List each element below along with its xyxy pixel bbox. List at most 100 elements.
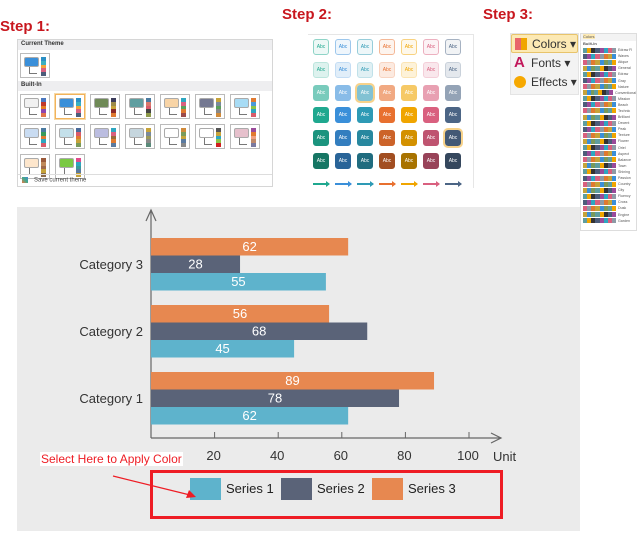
theme-thumbnail[interactable] — [160, 94, 190, 119]
shape-style-swatch[interactable]: Abc — [401, 152, 417, 169]
colors-label: Colors — [532, 36, 567, 51]
shape-style-swatch[interactable]: Abc — [401, 84, 417, 101]
shape-style-swatch[interactable]: Abc — [335, 107, 351, 124]
shape-style-swatch[interactable]: Abc — [313, 107, 329, 124]
scheme-name: Atique — [618, 60, 629, 65]
step1-label: Step 1: — [0, 18, 51, 35]
shape-style-swatch[interactable]: Abc — [445, 61, 461, 78]
scheme-swatches — [583, 53, 616, 59]
theme-thumbnail[interactable] — [55, 94, 85, 119]
shape-style-swatch[interactable]: Abc — [313, 84, 329, 101]
theme-thumbnail[interactable] — [20, 53, 50, 78]
color-scheme-item[interactable]: Garden — [581, 218, 636, 224]
scheme-swatches — [583, 151, 616, 157]
shape-style-swatch[interactable]: Abc — [443, 128, 463, 149]
shape-style-swatch[interactable]: Abc — [357, 152, 373, 169]
shape-style-swatch[interactable]: Abc — [357, 39, 373, 55]
theme-thumbnail[interactable] — [90, 94, 120, 119]
shape-style-swatch[interactable]: Abc — [379, 152, 395, 169]
connector-style-arrow[interactable] — [335, 180, 352, 187]
scheme-name: Edraw — [618, 72, 629, 77]
shape-style-swatch[interactable]: Abc — [355, 82, 375, 103]
theme-thumbnail[interactable] — [20, 94, 50, 119]
shape-style-swatch[interactable]: Abc — [379, 39, 395, 55]
shape-style-swatch[interactable]: Abc — [335, 130, 351, 147]
style-panel: Abc Abc Abc Abc Abc Abc Abc Abc Abc Abc Abc Abc Abc A… — [308, 34, 474, 188]
shape-style-swatch[interactable]: Abc — [445, 152, 461, 169]
shape-style-swatch[interactable]: Abc — [445, 84, 461, 101]
theme-thumbnail[interactable] — [125, 94, 155, 119]
shape-style-swatch[interactable]: Abc — [401, 107, 417, 124]
theme-thumbnail[interactable] — [125, 124, 155, 149]
scheme-swatches — [583, 212, 616, 218]
x-tick-label: 40 — [270, 448, 284, 463]
scheme-name: General — [618, 66, 631, 71]
x-tick-label: 20 — [206, 448, 220, 463]
scheme-swatches — [583, 114, 616, 120]
connector-style-arrow[interactable] — [401, 180, 418, 187]
category-label: Category 2 — [79, 324, 143, 339]
theme-thumbnail[interactable] — [230, 94, 260, 119]
connector-style-arrow[interactable] — [379, 180, 396, 187]
shape-style-swatch[interactable]: Abc — [423, 152, 439, 169]
save-theme-button[interactable]: Save current theme — [18, 174, 272, 186]
shape-style-swatch[interactable]: Abc — [401, 61, 417, 78]
shape-style-swatch[interactable]: Abc — [423, 61, 439, 78]
shape-style-swatch[interactable]: Abc — [357, 61, 373, 78]
scheme-name: Waves — [618, 54, 629, 59]
theme-thumbnail[interactable] — [195, 124, 225, 149]
category-label: Category 3 — [79, 257, 143, 272]
shape-style-swatch[interactable]: Abc — [423, 84, 439, 101]
theme-thumbnail[interactable] — [230, 124, 260, 149]
connector-style-arrow[interactable] — [313, 180, 330, 187]
shape-style-swatch[interactable]: Abc — [357, 130, 373, 147]
shape-style-swatch[interactable]: Abc — [335, 61, 351, 78]
scheme-swatches — [583, 78, 616, 84]
scheme-swatches — [583, 108, 616, 114]
fonts-button[interactable]: A Fonts ▾ — [511, 53, 578, 72]
shape-style-swatch[interactable]: Abc — [313, 61, 329, 78]
shape-style-swatch[interactable]: Abc — [313, 39, 329, 55]
shape-style-swatch[interactable]: Abc — [379, 84, 395, 101]
theme-thumbnail[interactable] — [55, 124, 85, 149]
scheme-name: Town — [618, 163, 627, 168]
shape-style-swatch[interactable]: Abc — [335, 39, 351, 55]
shape-style-swatch[interactable]: Abc — [379, 130, 395, 147]
shape-style-swatch[interactable]: Abc — [379, 61, 395, 78]
theme-thumbnail[interactable] — [20, 124, 50, 149]
shape-style-swatch[interactable]: Abc — [335, 84, 351, 101]
shape-style-swatch[interactable]: Abc — [379, 107, 395, 124]
scheme-name: Conventional — [615, 90, 636, 95]
scheme-swatches — [583, 90, 613, 96]
shape-style-swatch[interactable]: Abc — [401, 39, 417, 55]
scheme-name: Peak — [618, 127, 627, 132]
connector-style-arrow[interactable] — [357, 180, 374, 187]
scheme-name: Gray — [618, 78, 626, 83]
theme-thumbnail[interactable] — [90, 124, 120, 149]
colors-button[interactable]: Colors ▾ — [511, 34, 578, 53]
shape-style-swatch[interactable]: Abc — [401, 130, 417, 147]
effects-label: Effects — [531, 74, 568, 89]
connector-style-arrow[interactable] — [423, 180, 440, 187]
scheme-name: Nature — [618, 84, 629, 89]
shape-style-swatch[interactable]: Abc — [313, 152, 329, 169]
fonts-label: Fonts — [531, 55, 562, 70]
shape-style-swatch[interactable]: Abc — [313, 130, 329, 147]
shape-style-swatch[interactable]: Abc — [423, 107, 439, 124]
shape-style-swatch[interactable]: Abc — [335, 152, 351, 169]
shape-style-swatch[interactable]: Abc — [445, 107, 461, 124]
shape-style-swatch[interactable]: Abc — [423, 130, 439, 147]
theme-thumbnail[interactable] — [195, 94, 225, 119]
shape-style-swatch[interactable]: Abc — [445, 39, 461, 55]
connector-style-arrow[interactable] — [445, 180, 462, 187]
theme-thumbnail[interactable] — [160, 124, 190, 149]
scheme-name: Engine — [618, 212, 630, 217]
legend-highlight-box[interactable] — [150, 470, 503, 519]
shape-style-swatch[interactable]: Abc — [423, 39, 439, 55]
effects-button[interactable]: Effects ▾ — [511, 72, 578, 91]
callout-text: Select Here to Apply Color — [40, 452, 183, 466]
shape-style-swatch[interactable]: Abc — [357, 107, 373, 124]
dropdown-header: Colors — [581, 34, 636, 41]
scheme-swatches — [583, 65, 616, 71]
scheme-name: Cross — [618, 200, 628, 205]
